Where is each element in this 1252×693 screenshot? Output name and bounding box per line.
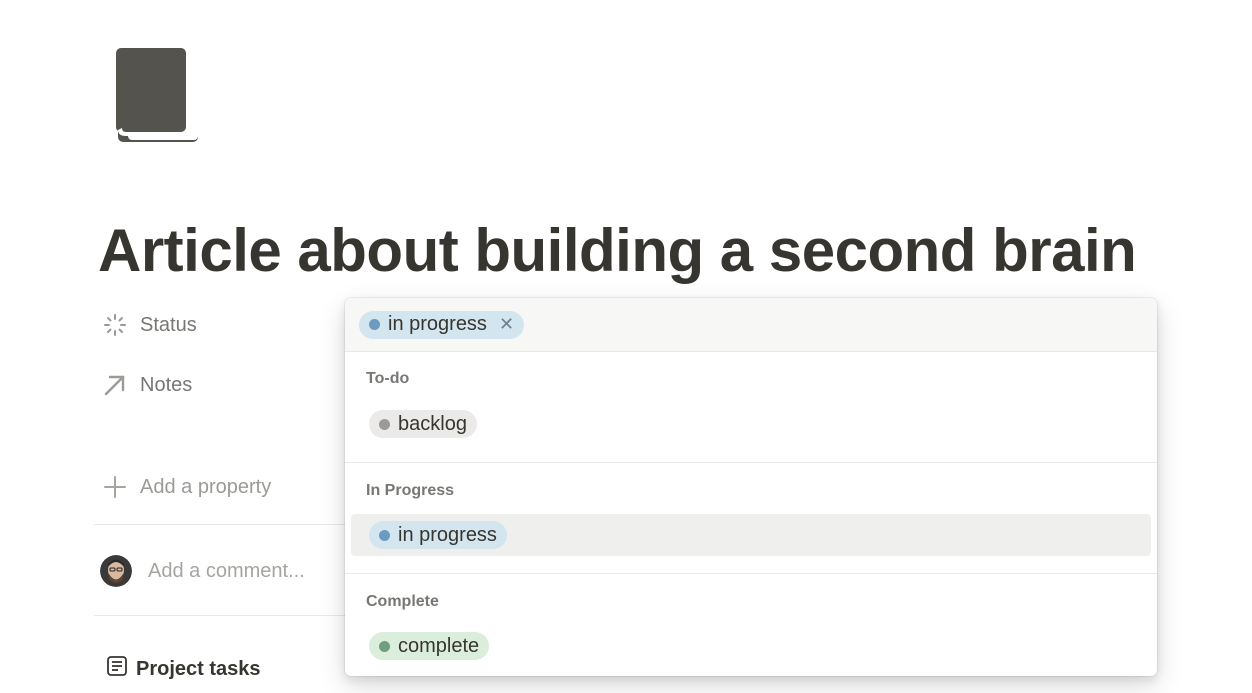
property-label: Notes: [140, 373, 193, 396]
project-tasks-label: Project tasks: [136, 657, 261, 680]
comment-row[interactable]: Add a comment...: [100, 555, 305, 587]
group-divider: [345, 462, 1157, 463]
selected-status-tag[interactable]: in progress ✕: [359, 310, 525, 339]
status-dot-icon: [379, 418, 390, 430]
avatar: [100, 555, 132, 587]
document-icon: [106, 655, 128, 683]
group-label-in-progress: In Progress: [366, 482, 455, 499]
status-tag: complete: [369, 632, 490, 660]
status-tag-label: complete: [398, 634, 480, 657]
status-dropdown[interactable]: in progress ✕ To-do backlog In Progress …: [345, 298, 1157, 676]
divider: [94, 615, 346, 616]
option-complete[interactable]: complete: [351, 625, 1151, 667]
group-label-to-do: To-do: [366, 370, 410, 387]
status-search-input[interactable]: in progress ✕: [345, 298, 1157, 352]
arrow-up-right-icon: [102, 372, 128, 398]
option-in-progress[interactable]: in progress: [351, 514, 1151, 556]
status-dot-icon: [379, 529, 390, 541]
option-backlog[interactable]: backlog: [351, 403, 1151, 445]
property-label: Status: [140, 313, 197, 336]
close-icon[interactable]: ✕: [499, 314, 514, 335]
book-icon[interactable]: [112, 44, 204, 146]
add-property-label: Add a property: [140, 475, 272, 498]
add-property-button[interactable]: Add a property: [102, 470, 271, 504]
comment-input[interactable]: Add a comment...: [148, 560, 305, 583]
group-divider: [345, 573, 1157, 574]
group-label-complete: Complete: [366, 593, 439, 610]
page-title[interactable]: Article about building a second brain: [98, 216, 1137, 286]
selected-status-label: in progress: [388, 313, 487, 335]
status-tag: in progress: [369, 521, 507, 549]
project-tasks-link[interactable]: Project tasks: [106, 655, 261, 683]
property-notes[interactable]: Notes: [102, 368, 192, 402]
status-tag-label: in progress: [398, 523, 497, 546]
status-tag-label: backlog: [398, 412, 467, 435]
status-dot-icon: [369, 319, 380, 330]
plus-icon: [102, 474, 128, 500]
divider: [94, 524, 346, 525]
status-spinner-icon: [102, 312, 128, 338]
property-status[interactable]: Status: [102, 308, 197, 342]
status-tag: backlog: [369, 410, 477, 438]
status-dot-icon: [379, 640, 390, 652]
